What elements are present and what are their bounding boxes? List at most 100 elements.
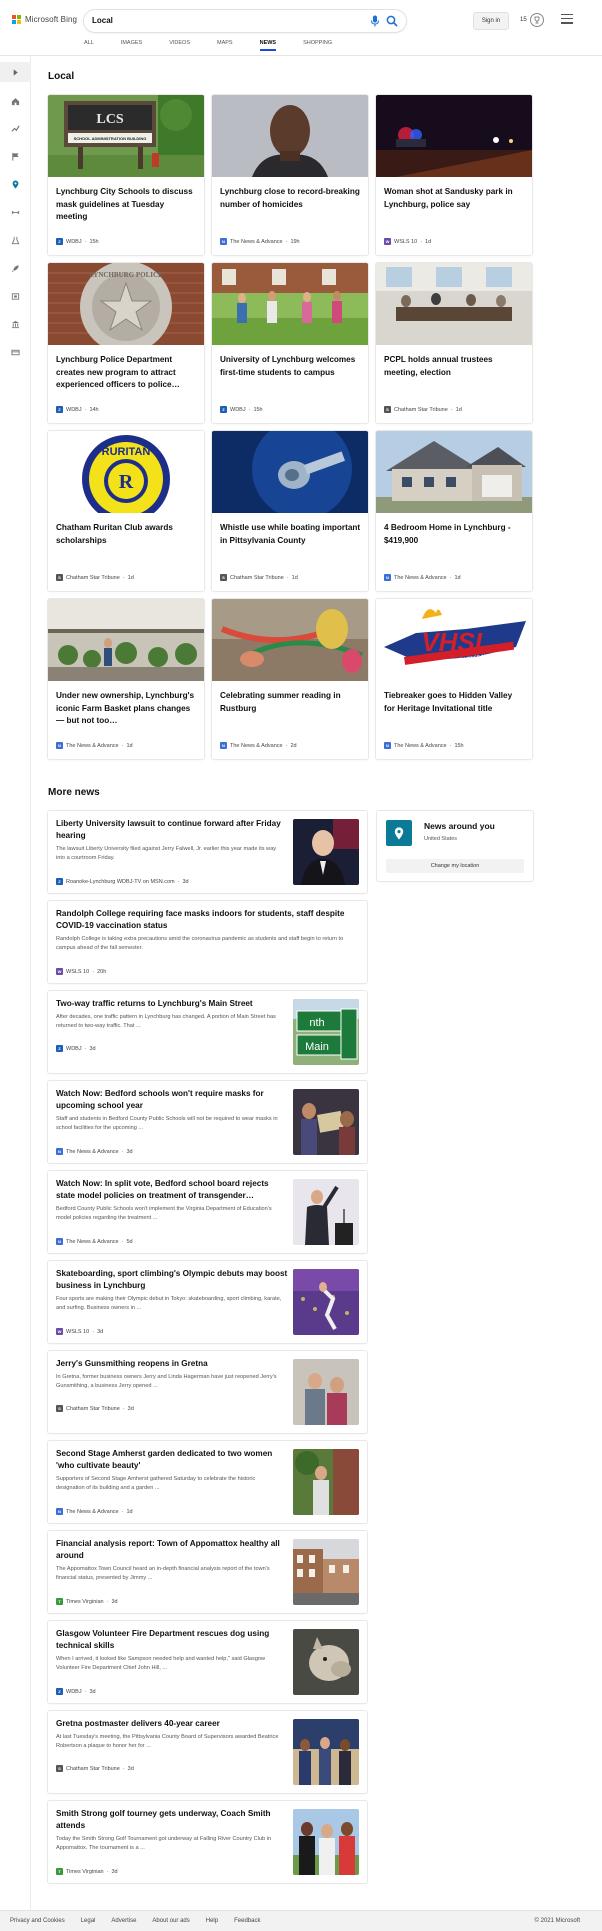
chatham-favicon-icon: S — [56, 1405, 63, 1412]
footer-link-feedback[interactable]: Feedback — [234, 1918, 260, 1924]
publish-time: 3d — [127, 1405, 134, 1412]
item-title[interactable]: Two-way traffic returns to Lynchburg's M… — [56, 998, 286, 1010]
news-advance-favicon-icon: N — [220, 742, 227, 749]
news-card[interactable]: University of Lynchburg welcomes first-t… — [212, 263, 368, 423]
home-icon[interactable] — [0, 91, 31, 111]
news-list-item[interactable]: Gretna postmaster delivers 40-year caree… — [48, 1711, 367, 1793]
item-title[interactable]: Watch Now: In split vote, Bedford school… — [56, 1178, 288, 1202]
card-title[interactable]: Celebrating summer reading in Rustburg — [220, 690, 361, 715]
footer-link-help[interactable]: Help — [206, 1918, 218, 1924]
card-title[interactable]: PCPL holds annual trustees meeting, elec… — [384, 354, 525, 379]
news-list-item[interactable]: Randolph College requiring face masks in… — [48, 901, 367, 983]
card-source: Z WDBJ · 14h — [56, 406, 99, 413]
money-icon[interactable] — [0, 342, 31, 362]
item-snippet: Bedford County Public Schools won't impl… — [56, 1206, 272, 1221]
location-pin-icon[interactable] — [0, 174, 31, 194]
news-card[interactable]: Woman shot at Sandusky park in Lynchburg… — [376, 95, 532, 255]
tab-news[interactable]: News — [259, 40, 276, 51]
card-title[interactable]: Woman shot at Sandusky park in Lynchburg… — [384, 186, 525, 211]
news-list-item[interactable]: Liberty University lawsuit to continue f… — [48, 811, 367, 893]
section-title-local: Local — [48, 71, 75, 82]
news-list-item[interactable]: Glasgow Volunteer Fire Department rescue… — [48, 1621, 367, 1703]
menu-icon[interactable] — [561, 14, 573, 24]
meeting-room-photo — [376, 263, 532, 345]
tab-shopping[interactable]: Shopping — [303, 40, 332, 51]
card-title[interactable]: Tiebreaker goes to Hidden Valley for Her… — [384, 690, 525, 715]
news-card[interactable]: VHSL SERVING YOUTH SINCE 1913 Tiebreaker… — [376, 599, 532, 759]
card-title[interactable]: Chatham Ruritan Club awards scholarships — [56, 522, 197, 547]
search-input[interactable]: Local — [92, 16, 113, 25]
politics-icon[interactable] — [0, 314, 31, 334]
footer-link-legal[interactable]: Legal — [81, 1918, 96, 1924]
science-icon[interactable] — [0, 230, 31, 250]
item-title[interactable]: Glasgow Volunteer Fire Department rescue… — [56, 1628, 288, 1652]
news-card[interactable]: Celebrating summer reading in Rustburg N… — [212, 599, 368, 759]
change-location-button[interactable]: Change my location — [386, 859, 524, 873]
source-name: Roanoke-Lynchburg WDBJ-TV on MSN.com — [66, 878, 175, 885]
item-title[interactable]: Financial analysis report: Town of Appom… — [56, 1538, 288, 1562]
news-card[interactable]: PCPL holds annual trustees meeting, elec… — [376, 263, 532, 423]
news-around-you-widget: News around you United States Change my … — [377, 811, 533, 881]
card-title[interactable]: Lynchburg close to record-breaking numbe… — [220, 186, 361, 211]
footer-link-advertise[interactable]: Advertise — [111, 1918, 136, 1924]
flag-icon[interactable] — [0, 146, 31, 166]
card-source: N The News & Advance · 2d — [220, 742, 297, 749]
card-title[interactable]: Lynchburg Police Department creates new … — [56, 354, 197, 392]
item-title[interactable]: Gretna postmaster delivers 40-year caree… — [56, 1718, 286, 1730]
item-title[interactable]: Second Stage Amherst garden dedicated to… — [56, 1448, 288, 1472]
trending-icon[interactable] — [0, 118, 31, 138]
news-advance-favicon-icon: N — [384, 574, 391, 581]
footer-link-about-ads[interactable]: About our ads — [152, 1918, 189, 1924]
tab-images[interactable]: Images — [121, 40, 142, 51]
item-snippet: Randolph College is taking extra precaut… — [56, 936, 344, 951]
item-title[interactable]: Liberty University lawsuit to continue f… — [56, 818, 286, 842]
news-list-item[interactable]: Watch Now: In split vote, Bedford school… — [48, 1171, 367, 1253]
fitness-icon[interactable] — [0, 202, 31, 222]
card-title[interactable]: Whistle use while boating important in P… — [220, 522, 361, 547]
tab-maps[interactable]: Maps — [217, 40, 233, 51]
tab-videos[interactable]: Videos — [169, 40, 190, 51]
rocket-icon[interactable] — [0, 258, 31, 278]
card-title[interactable]: Lynchburg City Schools to discuss mask g… — [56, 186, 197, 224]
copyright: © 2021 Microsoft — [534, 1918, 580, 1924]
news-card[interactable]: LYNCHBURG POLICE Lynchburg Police Depart… — [48, 263, 204, 423]
search-box[interactable]: Local — [84, 10, 406, 32]
item-title[interactable]: Watch Now: Bedford schools won't require… — [56, 1088, 286, 1112]
news-card[interactable]: Whistle use while boating important in P… — [212, 431, 368, 591]
rewards-button[interactable]: 15 — [520, 13, 544, 27]
card-title[interactable]: Under new ownership, Lynchburg's iconic … — [56, 690, 197, 728]
news-card[interactable]: R RURITAN Chatham Ruritan Club awards sc… — [48, 431, 204, 591]
sign-in-button[interactable]: Sign in — [473, 12, 509, 30]
footer-link-privacy[interactable]: Privacy and Cookies — [10, 1918, 65, 1924]
item-title[interactable]: Smith Strong golf tourney gets underway,… — [56, 1808, 288, 1832]
source-name: WSLS 10 — [66, 968, 90, 975]
publish-time: 1d — [425, 238, 432, 245]
news-list-item[interactable]: Jerry's Gunsmithing reopens in Gretna In… — [48, 1351, 367, 1433]
news-list-item[interactable]: Financial analysis report: Town of Appom… — [48, 1531, 367, 1613]
item-title[interactable]: Skateboarding, sport climbing's Olympic … — [56, 1268, 288, 1292]
microphone-icon[interactable] — [370, 15, 380, 27]
news-list-item[interactable]: Smith Strong golf tourney gets underway,… — [48, 1801, 367, 1883]
news-card[interactable]: 4 Bedroom Home in Lynchburg - $419,900 N… — [376, 431, 532, 591]
bing-logo[interactable]: Microsoft Bing — [12, 15, 77, 24]
source-name: The News & Advance — [394, 742, 447, 749]
news-card[interactable]: LCS SCHOOL ADMINISTRATION BUILDING Lynch… — [48, 95, 204, 255]
expand-icon[interactable] — [0, 62, 31, 82]
news-card[interactable]: Lynchburg close to record-breaking numbe… — [212, 95, 368, 255]
card-title[interactable]: 4 Bedroom Home in Lynchburg - $419,900 — [384, 522, 525, 547]
item-title[interactable]: Randolph College requiring face masks in… — [56, 908, 356, 932]
item-source: W WSLS 10 · 3d — [56, 1328, 104, 1335]
news-list-item[interactable]: Second Stage Amherst garden dedicated to… — [48, 1441, 367, 1523]
tab-all[interactable]: All — [84, 40, 94, 51]
news-card[interactable]: Under new ownership, Lynchburg's iconic … — [48, 599, 204, 759]
news-list-item[interactable]: Skateboarding, sport climbing's Olympic … — [48, 1261, 367, 1343]
news-list-item[interactable]: Watch Now: Bedford schools won't require… — [48, 1081, 367, 1163]
card-title[interactable]: University of Lynchburg welcomes first-t… — [220, 354, 361, 379]
item-title[interactable]: Jerry's Gunsmithing reopens in Gretna — [56, 1358, 286, 1370]
news-list-item[interactable]: Two-way traffic returns to Lynchburg's M… — [48, 991, 367, 1073]
entertainment-icon[interactable] — [0, 286, 31, 306]
publish-time: 19h — [290, 238, 300, 245]
search-icon[interactable] — [386, 15, 398, 27]
svg-text:R: R — [119, 471, 134, 493]
police-night-photo — [376, 95, 532, 177]
